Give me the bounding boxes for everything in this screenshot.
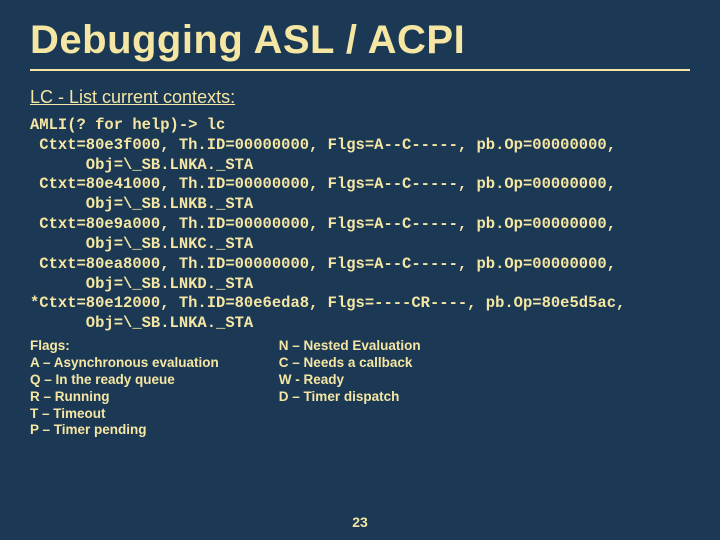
flags-left-column: Flags: A – Asynchronous evaluation Q – I… (30, 338, 219, 439)
code-line: *Ctxt=80e12000, Th.ID=80e6eda8, Flgs=---… (30, 294, 690, 314)
code-line: Obj=\_SB.LNKC._STA (30, 235, 690, 255)
title-underline (30, 69, 690, 71)
flag-item: A – Asynchronous evaluation (30, 355, 219, 372)
code-line: Obj=\_SB.LNKA._STA (30, 156, 690, 176)
flag-item: N – Nested Evaluation (279, 338, 421, 355)
flag-item: T – Timeout (30, 406, 219, 423)
flags-legend: Flags: A – Asynchronous evaluation Q – I… (0, 334, 720, 439)
code-line: Obj=\_SB.LNKA._STA (30, 314, 690, 334)
code-line: Ctxt=80ea8000, Th.ID=00000000, Flgs=A--C… (30, 255, 690, 275)
code-block: AMLI(? for help)-> lc Ctxt=80e3f000, Th.… (0, 116, 720, 334)
flag-item: W - Ready (279, 372, 421, 389)
page-number: 23 (0, 514, 720, 530)
code-line: Ctxt=80e41000, Th.ID=00000000, Flgs=A--C… (30, 175, 690, 195)
flags-right-column: N – Nested Evaluation C – Needs a callba… (279, 338, 421, 439)
flag-item: C – Needs a callback (279, 355, 421, 372)
code-line: Obj=\_SB.LNKB._STA (30, 195, 690, 215)
slide-title: Debugging ASL / ACPI (0, 0, 720, 67)
flags-header: Flags: (30, 338, 219, 355)
flag-item: D – Timer dispatch (279, 389, 421, 406)
code-line: Ctxt=80e3f000, Th.ID=00000000, Flgs=A--C… (30, 136, 690, 156)
flag-item: Q – In the ready queue (30, 372, 219, 389)
section-subtitle: LC - List current contexts: (0, 83, 720, 116)
code-line: AMLI(? for help)-> lc (30, 116, 690, 136)
code-line: Obj=\_SB.LNKD._STA (30, 275, 690, 295)
code-line: Ctxt=80e9a000, Th.ID=00000000, Flgs=A--C… (30, 215, 690, 235)
flag-item: P – Timer pending (30, 422, 219, 439)
flag-item: R – Running (30, 389, 219, 406)
